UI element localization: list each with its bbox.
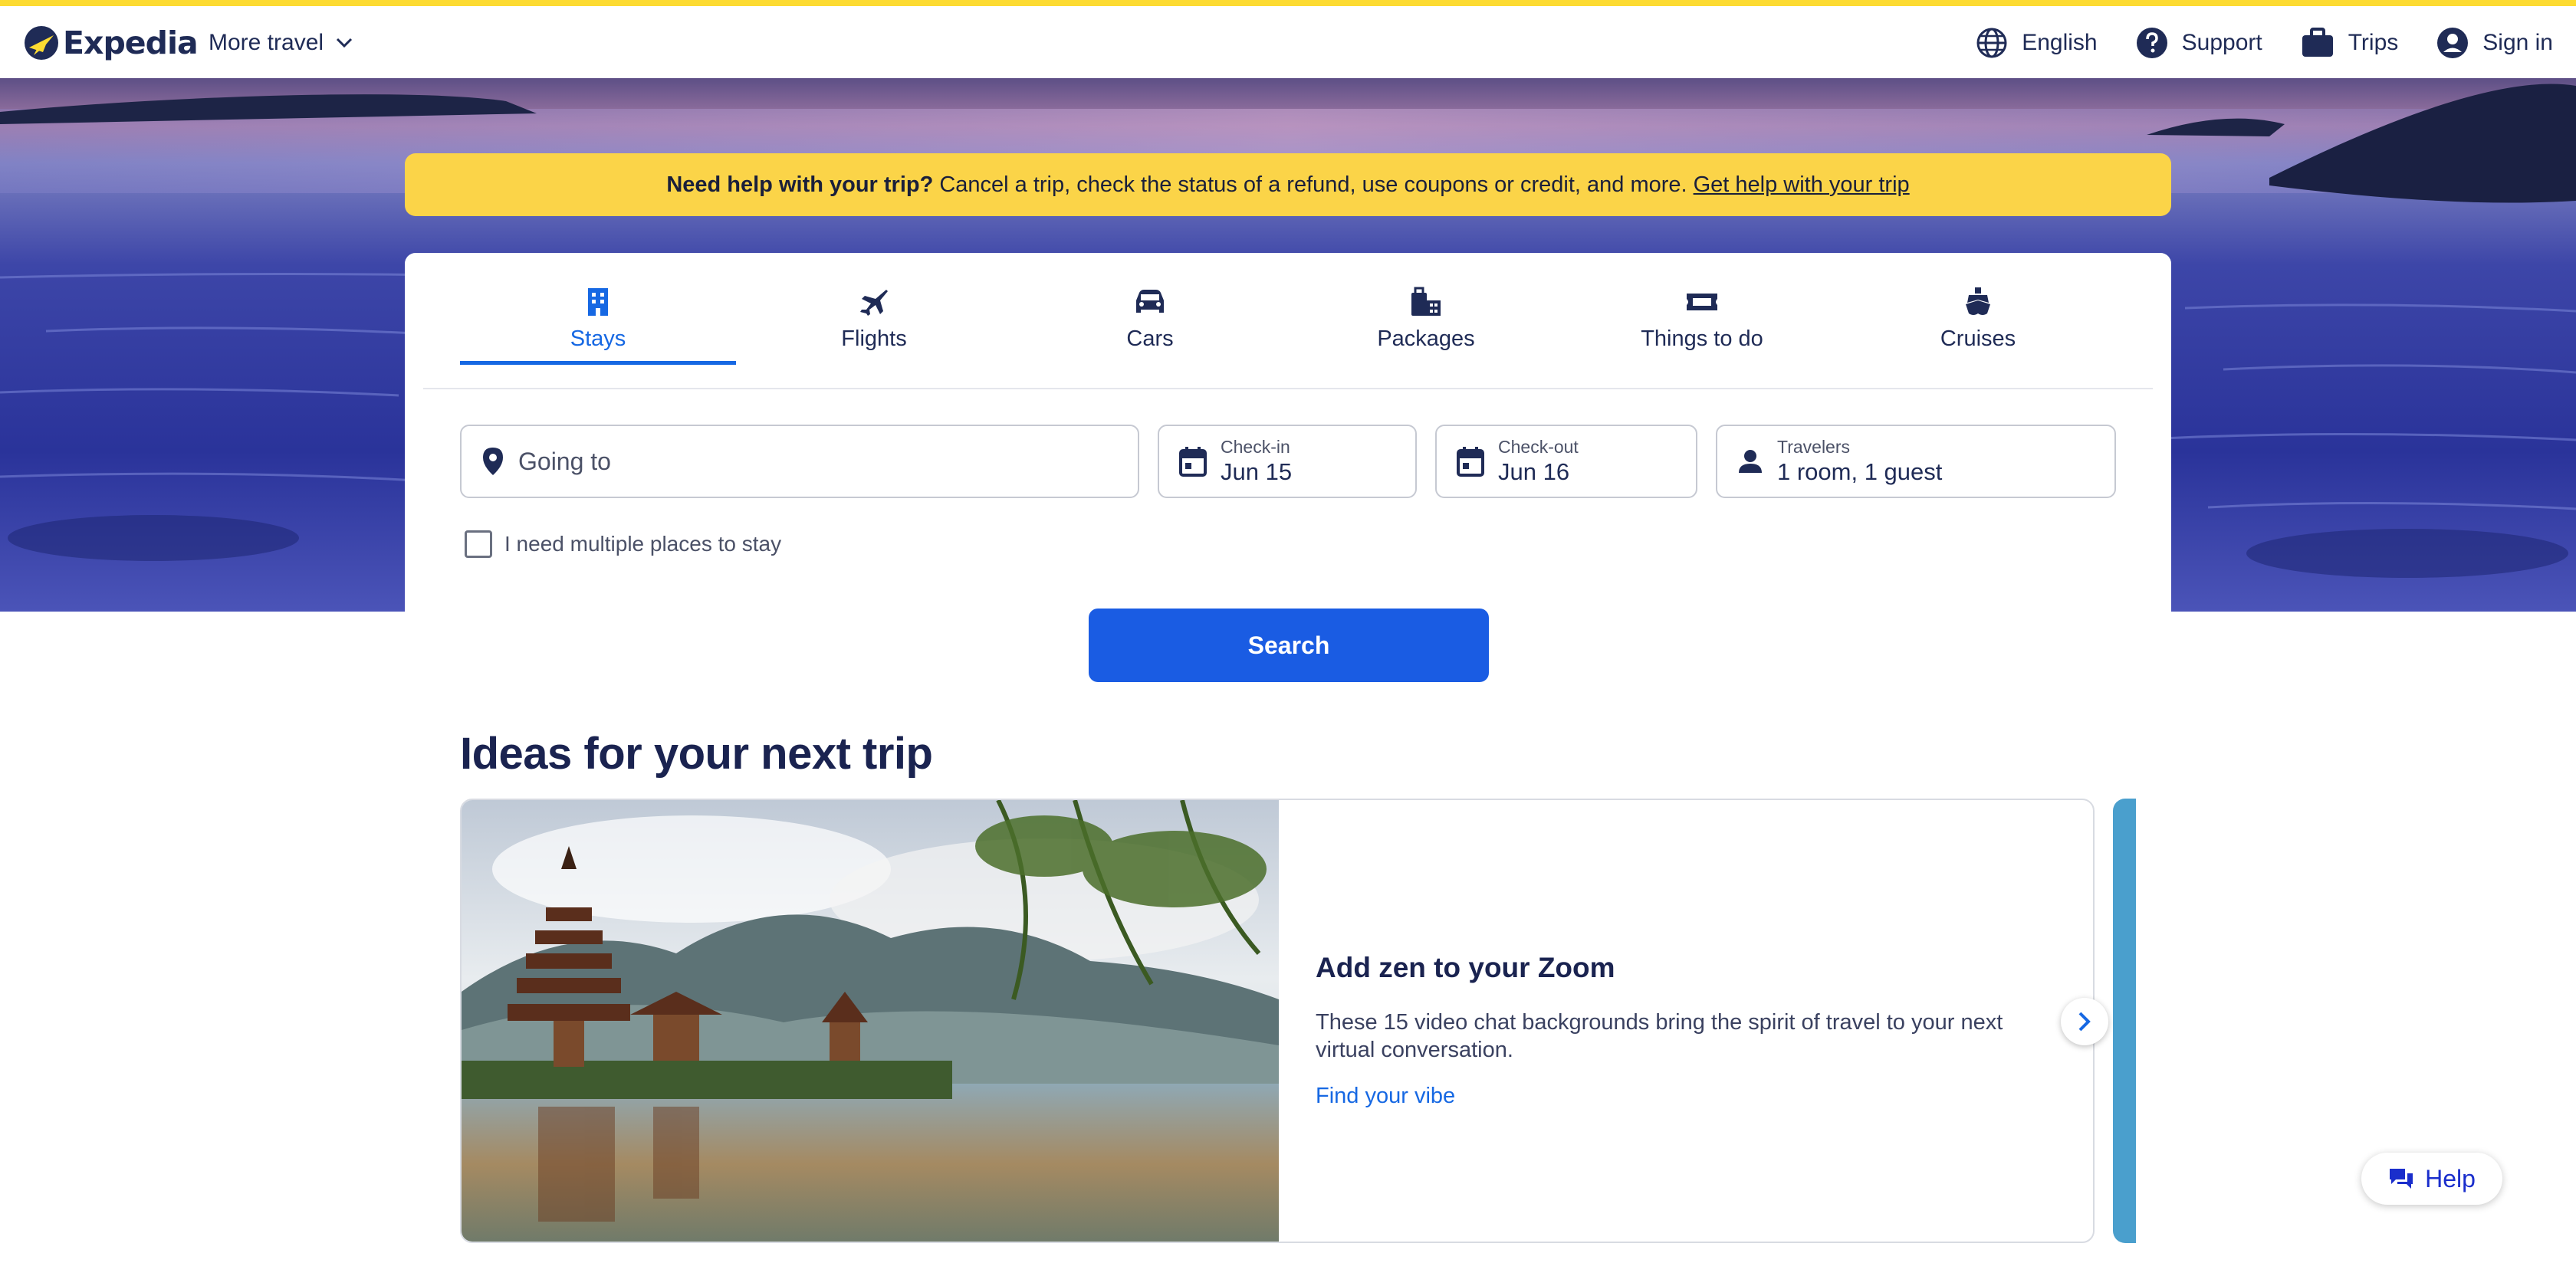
chevron-right-icon	[2078, 1012, 2091, 1032]
check-out-field[interactable]: Check-out Jun 16	[1435, 425, 1697, 498]
tab-packages[interactable]: Packages	[1288, 285, 1564, 362]
tab-label: Things to do	[1641, 326, 1763, 351]
checkbox-box[interactable]	[465, 530, 492, 558]
tab-cruises[interactable]: Cruises	[1840, 285, 2116, 362]
idea-card-heading: Add zen to your Zoom	[1316, 952, 1615, 983]
search-button[interactable]: Search	[1089, 609, 1489, 682]
check-in-field[interactable]: Check-in Jun 15	[1158, 425, 1417, 498]
search-form-card: Stays Flights Cars Packages Things to do…	[405, 253, 2171, 613]
tab-label: Cruises	[1940, 326, 2016, 351]
tab-things-to-do[interactable]: Things to do	[1564, 285, 1840, 362]
temple-lake-image	[462, 800, 1279, 1242]
check-out-label: Check-out	[1498, 437, 1579, 457]
briefcase-icon	[2302, 28, 2333, 57]
ticket-icon	[1687, 294, 1717, 310]
ideas-section-title: Ideas for your next trip	[460, 729, 933, 779]
trip-help-banner: Need help with your trip? Cancel a trip,…	[405, 153, 2171, 216]
top-accent-stripe	[0, 0, 2576, 6]
ship-icon	[1966, 287, 1990, 315]
plane-icon	[860, 290, 888, 316]
header-nav: English Support Trips Sign in	[1976, 21, 2553, 64]
expedia-logo[interactable]: Expedia	[23, 20, 199, 66]
check-in-value: Jun 15	[1221, 458, 1293, 485]
site-header: Expedia More travel English Support Trip…	[0, 6, 2576, 78]
banner-text: Cancel a trip, check the status of a ref…	[939, 172, 1687, 197]
idea-card-text: Add zen to your Zoom These 15 video chat…	[1316, 952, 2052, 1109]
tab-label: Cars	[1126, 326, 1174, 351]
tab-label: Packages	[1377, 326, 1475, 351]
person-icon	[1739, 450, 1762, 473]
trips-label: Trips	[2348, 30, 2399, 55]
check-out-value: Jun 16	[1498, 458, 1570, 485]
travelers-field[interactable]: Travelers 1 room, 1 guest	[1716, 425, 2116, 498]
help-chat-button[interactable]: Help	[2361, 1153, 2502, 1205]
chat-bubbles-icon	[2390, 1169, 2413, 1189]
more-travel-label: More travel	[209, 30, 324, 55]
logo-text: Expedia	[63, 25, 199, 61]
support-label: Support	[2181, 30, 2262, 55]
multiple-places-label: I need multiple places to stay	[504, 532, 782, 556]
globe-icon	[1976, 28, 2007, 58]
building-icon	[588, 288, 608, 316]
next-idea-card-peek[interactable]	[2113, 799, 2136, 1243]
calendar-icon	[1179, 447, 1207, 477]
support-link[interactable]: Support	[2136, 27, 2262, 59]
more-travel-menu[interactable]: More travel	[209, 26, 353, 60]
packages-icon	[1411, 287, 1441, 316]
tab-flights[interactable]: Flights	[736, 285, 1012, 362]
multiple-places-checkbox[interactable]: I need multiple places to stay	[465, 529, 781, 559]
tab-cars[interactable]: Cars	[1012, 285, 1288, 362]
going-to-placeholder: Going to	[518, 447, 611, 475]
product-tabs: Stays Flights Cars Packages Things to do…	[460, 285, 2116, 365]
language-selector[interactable]: English	[1976, 27, 2098, 59]
idea-card-description: These 15 video chat backgrounds bring th…	[1316, 1010, 2003, 1062]
chevron-down-icon	[336, 38, 353, 48]
carousel-next-button[interactable]	[2061, 998, 2108, 1045]
tab-stays[interactable]: Stays	[460, 285, 736, 365]
travelers-label: Travelers	[1777, 437, 1850, 457]
trips-link[interactable]: Trips	[2301, 28, 2399, 58]
going-to-field[interactable]: Going to	[460, 425, 1139, 498]
question-icon	[2136, 28, 2167, 58]
get-help-link[interactable]: Get help with your trip	[1694, 172, 1910, 198]
idea-card[interactable]: Add zen to your Zoom These 15 video chat…	[460, 799, 2095, 1243]
tab-divider	[423, 388, 2153, 389]
map-pin-icon	[483, 448, 503, 475]
account-icon	[2437, 28, 2469, 58]
help-label: Help	[2425, 1164, 2476, 1192]
expedia-logo-icon	[25, 26, 58, 60]
tab-label: Stays	[570, 326, 626, 351]
banner-bold-text: Need help with your trip?	[666, 172, 934, 197]
tab-label: Flights	[841, 326, 907, 351]
sign-in-link[interactable]: Sign in	[2436, 27, 2553, 59]
language-label: English	[2022, 30, 2098, 55]
car-icon	[1136, 290, 1164, 313]
sign-in-label: Sign in	[2482, 30, 2553, 55]
travelers-value: 1 room, 1 guest	[1777, 458, 1943, 485]
calendar-icon	[1457, 447, 1484, 477]
find-your-vibe-link[interactable]: Find your vibe	[1316, 1084, 1455, 1109]
check-in-label: Check-in	[1221, 437, 1290, 457]
